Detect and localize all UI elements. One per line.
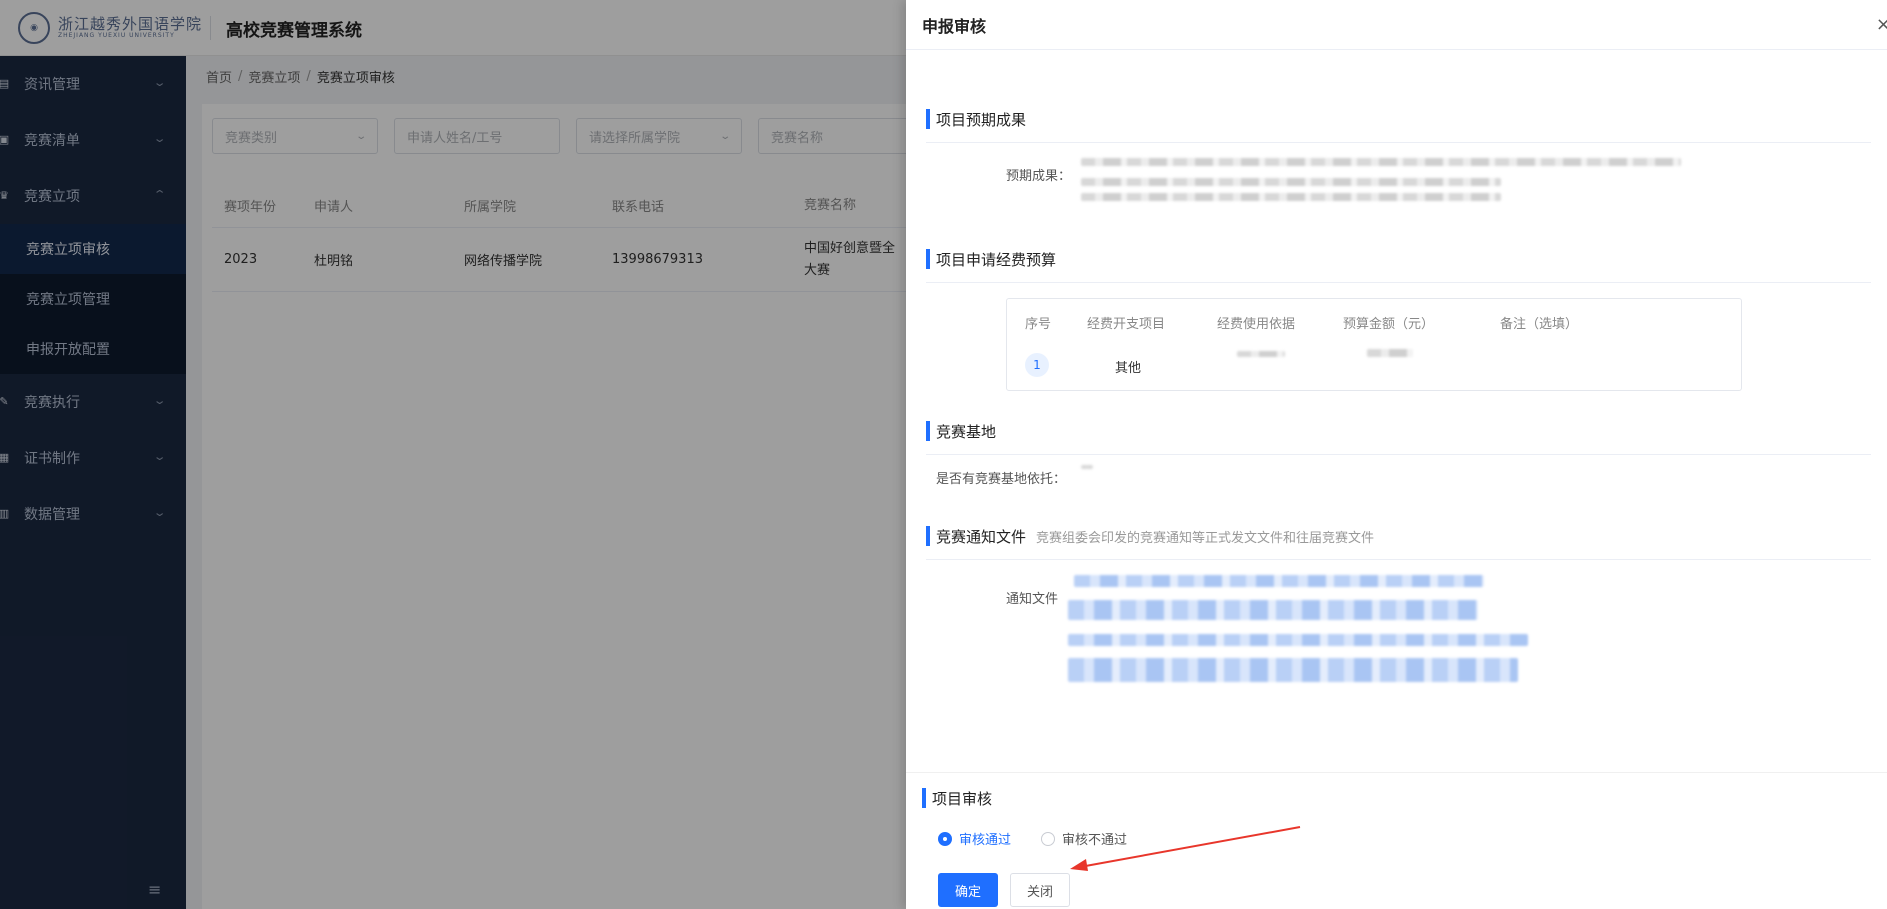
budget-header: 预算金额（元） — [1343, 317, 1435, 332]
redacted-file-link[interactable] — [1068, 634, 1528, 646]
close-button[interactable]: 关闭 — [1010, 873, 1070, 907]
budget-header: 经费开支项目 — [1087, 317, 1166, 332]
redacted-file-link[interactable] — [1074, 575, 1484, 587]
section-divider — [926, 142, 1871, 143]
redacted-text — [1367, 349, 1413, 357]
expected-results-label: 预期成果： — [1006, 169, 1072, 184]
budget-row-number: 1 — [1025, 353, 1049, 377]
section-project-review: 项目审核 — [922, 787, 992, 809]
radio-checked-icon — [938, 831, 952, 846]
radio-unchecked-icon — [1041, 831, 1056, 846]
section-budget: 项目申请经费预算 — [926, 248, 1056, 270]
redacted-file-link[interactable] — [1068, 600, 1478, 620]
close-icon[interactable]: × — [1876, 14, 1887, 35]
notice-file-label: 通知文件 — [1006, 592, 1059, 607]
section-divider — [926, 559, 1871, 560]
redacted-text — [1081, 465, 1093, 469]
approve-radio[interactable]: 审核通过 — [938, 829, 1011, 848]
budget-row-item: 其他 — [1115, 361, 1142, 376]
redacted-text — [1081, 178, 1501, 186]
section-expected-results: 项目预期成果 — [926, 108, 1026, 130]
section-divider — [926, 282, 1871, 283]
section-notice-files: 竞赛通知文件 竞赛组委会印发的竞赛通知等正式发文文件和往届竞赛文件 — [926, 525, 1374, 547]
base-label: 是否有竞赛基地依托： — [936, 472, 1067, 487]
budget-header: 序号 — [1025, 317, 1052, 332]
section-competition-base: 竞赛基地 — [926, 420, 996, 442]
budget-header: 经费使用依据 — [1217, 317, 1296, 332]
drawer-header: 申报审核 × — [906, 0, 1887, 50]
redacted-text — [1081, 193, 1501, 201]
redacted-file-link[interactable] — [1068, 658, 1518, 682]
confirm-button[interactable]: 确定 — [938, 873, 998, 907]
review-footer: 项目审核 审核通过 审核不通过 确定 关闭 — [906, 772, 1887, 909]
redacted-text — [1081, 158, 1681, 166]
redacted-text — [1237, 351, 1285, 357]
review-drawer: 申报审核 × 项目预期成果 预期成果： 项目申请经费预算 序号 经费开支项目 经… — [906, 0, 1887, 909]
section-divider — [926, 454, 1871, 455]
budget-table: 序号 经费开支项目 经费使用依据 预算金额（元） 备注（选填） 1 其他 — [1006, 298, 1742, 391]
modal-overlay[interactable] — [0, 0, 906, 909]
section-subtitle: 竞赛组委会印发的竞赛通知等正式发文文件和往届竞赛文件 — [1036, 530, 1375, 546]
budget-header: 备注（选填） — [1500, 317, 1579, 332]
annotation-arrow-icon — [1070, 826, 1301, 871]
drawer-title: 申报审核 — [922, 16, 987, 36]
